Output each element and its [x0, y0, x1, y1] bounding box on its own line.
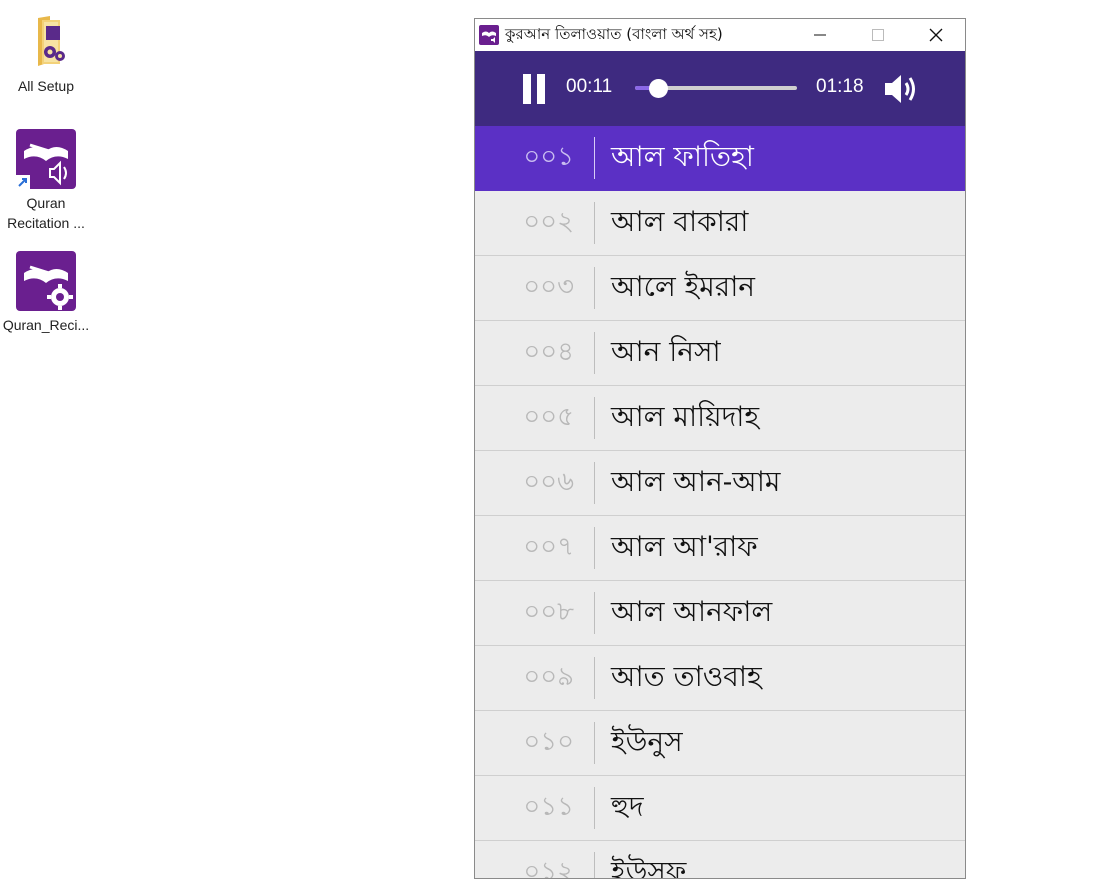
surah-name: আলে ইমরান	[611, 269, 756, 303]
surah-row[interactable]: ০০২ আল বাকারা	[475, 191, 965, 256]
current-time: 00:11	[566, 76, 613, 97]
desktop-icon-label: Quran Recitation ...	[7, 195, 85, 231]
surah-list[interactable]: ০০১ আল ফাতিহা ০০২ আল বাকারা ০০৩ আলে ইমরান ০০৪ আ…	[475, 126, 965, 879]
surah-name: আল আনফাল	[611, 594, 773, 628]
surah-row[interactable]: ০০১ আল ফাতিহা	[475, 126, 965, 191]
surah-name: আত তাওবাহ	[611, 659, 762, 693]
surah-number: ০০৫	[523, 402, 574, 432]
player-bar: 00:11 01:18	[475, 51, 965, 126]
desktop-icon-quran-setup[interactable]: Quran_Reci...	[0, 251, 92, 335]
surah-row[interactable]: ০০৮ আল আনফাল	[475, 581, 965, 646]
surah-row[interactable]: ০০৬ আল আন-আম	[475, 451, 965, 516]
desktop: All Setup Quran Recitation ... Quran_Rec…	[0, 0, 1098, 890]
surah-name: আল ফাতিহা	[611, 139, 754, 173]
quran-audio-shortcut-icon	[16, 129, 76, 189]
app-window: কুরআন তিলাওয়াত (বাংলা অর্থ সহ) 00:11 01…	[474, 18, 966, 879]
surah-row[interactable]: ০১২ ইউসুফ	[475, 841, 965, 879]
window-controls	[791, 19, 965, 51]
surah-row[interactable]: ০০৯ আত তাওবাহ	[475, 646, 965, 711]
surah-name: ইউসুফ	[611, 854, 687, 879]
row-divider	[594, 592, 595, 634]
surah-name: আল মায়িদাহ	[611, 399, 760, 433]
surah-name: ইউনুস	[611, 724, 683, 758]
surah-number: ০০৮	[523, 597, 574, 627]
folder-gear-icon	[38, 16, 65, 66]
surah-row[interactable]: ০১০ ইউনুস	[475, 711, 965, 776]
desktop-icon-quran-recitation[interactable]: Quran Recitation ...	[0, 129, 92, 233]
surah-number: ০০৩	[523, 272, 574, 302]
volume-icon[interactable]	[883, 71, 919, 107]
row-divider	[594, 397, 595, 439]
window-title: কুরআন তিলাওয়াত (বাংলা অর্থ সহ)	[505, 24, 723, 43]
row-divider	[594, 722, 595, 764]
row-divider	[594, 332, 595, 374]
surah-number: ০০৭	[523, 532, 574, 562]
minimize-icon	[814, 34, 826, 36]
desktop-icon-all-setup[interactable]: All Setup	[0, 12, 92, 96]
row-divider	[594, 137, 595, 179]
maximize-icon	[872, 29, 884, 41]
seek-thumb[interactable]	[648, 79, 668, 98]
surah-row[interactable]: ০০৫ আল মায়িদাহ	[475, 386, 965, 451]
row-divider	[594, 852, 595, 878]
row-divider	[594, 462, 595, 504]
pause-icon[interactable]	[521, 73, 547, 105]
surah-number: ০১০	[523, 727, 574, 757]
surah-row[interactable]: ০১১ হুদ	[475, 776, 965, 841]
row-divider	[594, 787, 595, 829]
surah-number: ০১১	[523, 792, 574, 822]
row-divider	[594, 267, 595, 309]
surah-row[interactable]: ০০৪ আন নিসা	[475, 321, 965, 386]
row-divider	[594, 657, 595, 699]
surah-name: আল আ'রাফ	[611, 529, 758, 563]
surah-number: ০০১	[523, 142, 574, 172]
surah-name: আন নিসা	[611, 334, 721, 368]
row-divider	[594, 527, 595, 569]
row-divider	[594, 202, 595, 244]
minimize-button[interactable]	[791, 19, 849, 51]
surah-row[interactable]: ০০৩ আলে ইমরান	[475, 256, 965, 321]
desktop-icon-label: Quran_Reci...	[2, 317, 90, 333]
seek-slider[interactable]	[635, 79, 797, 98]
close-icon	[929, 28, 943, 42]
surah-number: ০০২	[523, 207, 574, 237]
total-time: 01:18	[816, 76, 864, 97]
app-icon	[479, 25, 499, 45]
surah-number: ০০৯	[523, 662, 574, 692]
surah-row[interactable]: ০০৭ আল আ'রাফ	[475, 516, 965, 581]
close-button[interactable]	[907, 19, 965, 51]
desktop-icon-label: All Setup	[17, 78, 75, 94]
surah-number: ০০৪	[523, 337, 574, 367]
surah-name: আল বাকারা	[611, 204, 749, 238]
surah-number: ০০৬	[523, 467, 574, 497]
surah-name: হুদ	[611, 789, 644, 823]
maximize-button[interactable]	[849, 19, 907, 51]
quran-setup-icon	[16, 251, 76, 311]
surah-number: ০১২	[523, 857, 574, 879]
surah-name: আল আন-আম	[611, 464, 781, 498]
title-bar[interactable]: কুরআন তিলাওয়াত (বাংলা অর্থ সহ)	[475, 19, 965, 51]
